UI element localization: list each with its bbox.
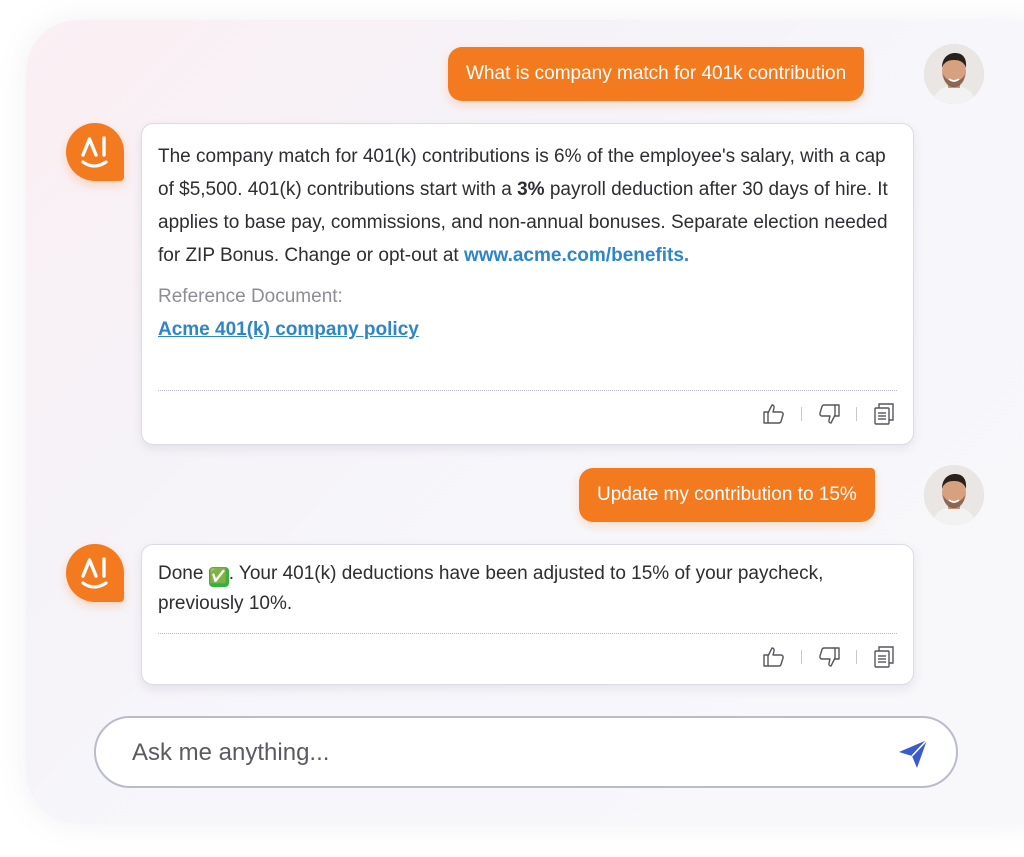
ai-logo-icon [66, 123, 124, 181]
action-separator [801, 407, 802, 421]
ai-logo-icon [66, 544, 124, 602]
assistant-message-card: Done ✅. Your 401(k) deductions have been… [141, 544, 914, 685]
paper-plane-icon [899, 739, 928, 768]
send-button[interactable] [896, 737, 930, 771]
thumbs-down-icon[interactable] [816, 401, 842, 427]
reference-label: Reference Document: [158, 286, 343, 307]
action-separator [856, 650, 857, 664]
answer-text: Done [158, 563, 209, 584]
user-avatar[interactable] [924, 465, 984, 525]
chat-input[interactable] [130, 734, 854, 772]
check-mark-emoji: ✅ [208, 567, 229, 587]
thumbs-down-icon[interactable] [816, 644, 842, 670]
thumbs-up-icon[interactable] [761, 644, 787, 670]
user-message-bubble: What is company match for 401k contribut… [448, 47, 865, 101]
assistant-message-text: Done ✅. Your 401(k) deductions have been… [158, 559, 897, 619]
reference-document-link[interactable]: Acme 401(k) company policy [158, 319, 419, 340]
message-actions [761, 643, 897, 671]
thumbs-up-icon[interactable] [761, 401, 787, 427]
answer-bold-text: 3% [517, 179, 545, 200]
user-message-text: What is company match for 401k contribut… [466, 63, 847, 84]
benefits-link[interactable]: www.acme.com/benefits. [464, 245, 689, 266]
copy-icon[interactable] [871, 401, 897, 427]
copy-icon[interactable] [871, 644, 897, 670]
divider [158, 390, 897, 391]
user-message-text: Update my contribution to 15% [597, 484, 857, 505]
chat-input-box [94, 716, 958, 788]
divider [158, 633, 897, 634]
action-separator [801, 650, 802, 664]
answer-text-continued: . Your 401(k) deductions have been adjus… [158, 563, 824, 614]
user-message-bubble: Update my contribution to 15% [579, 468, 875, 522]
user-avatar[interactable] [924, 44, 984, 104]
assistant-message-text: The company match for 401(k) contributio… [158, 140, 897, 272]
assistant-message-card: The company match for 401(k) contributio… [141, 123, 914, 445]
action-separator [856, 407, 857, 421]
message-actions [761, 400, 897, 428]
